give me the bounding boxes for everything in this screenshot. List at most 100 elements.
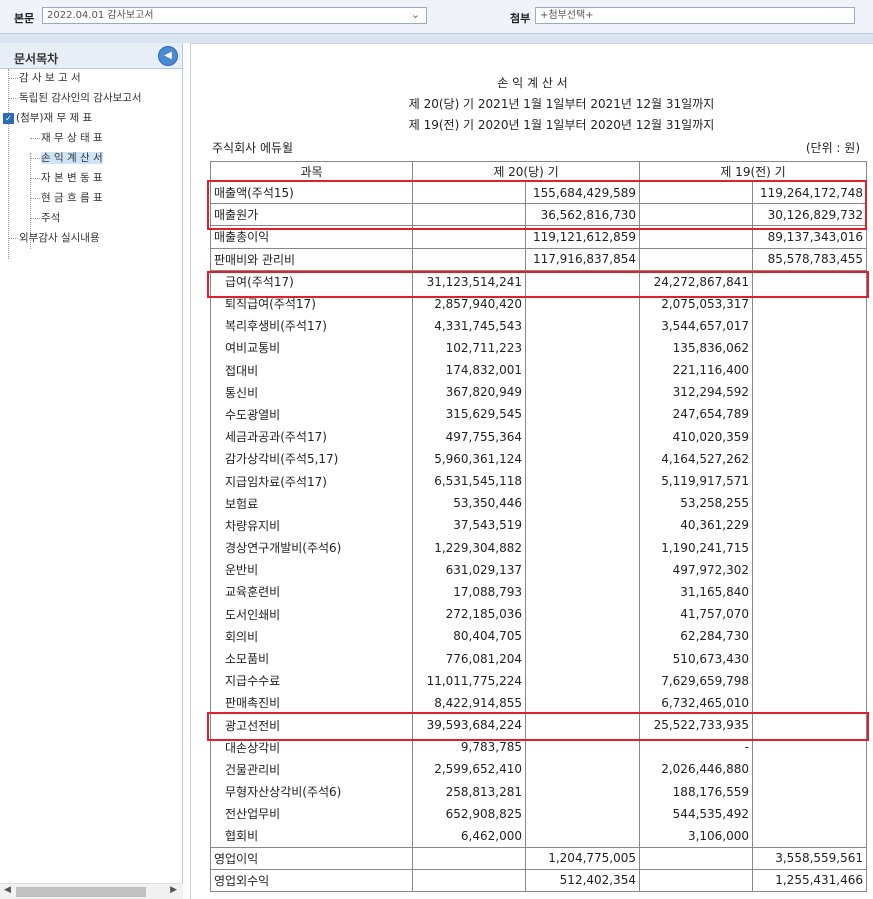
prior-total-value xyxy=(752,492,868,515)
current-total-value xyxy=(524,802,641,825)
current-detail-value: 9,783,785 xyxy=(412,736,526,759)
prior-total-value xyxy=(752,336,868,359)
prior-detail-value: 25,522,733,935 xyxy=(639,714,754,737)
prior-detail-value: 544,535,492 xyxy=(639,802,754,825)
prior-detail-value: 2,075,053,317 xyxy=(639,292,754,315)
current-detail-value xyxy=(412,868,526,893)
prior-detail-value: 6,732,465,010 xyxy=(639,691,754,714)
row-label: 도서인쇄비 xyxy=(210,603,413,626)
collapse-sidebar-icon[interactable]: ◀ xyxy=(158,46,178,66)
prior-total-value: 85,578,783,455 xyxy=(752,247,868,271)
row-label: 급여(주석17) xyxy=(210,270,413,293)
expand-toggle-icon[interactable]: ✓ xyxy=(3,112,14,124)
sidebar-item-audit-report[interactable]: 감 사 보 고 서 xyxy=(8,69,81,87)
table-row: 대손상각비 9,783,785 - xyxy=(210,736,868,759)
prior-total-value xyxy=(752,625,868,648)
current-total-value xyxy=(524,780,641,803)
table-row: 매출원가 36,562,816,730 30,126,829,732 xyxy=(210,203,868,227)
current-total-value xyxy=(524,625,641,648)
current-total-value xyxy=(524,469,641,493)
prior-detail-value: 221,116,400 xyxy=(639,359,754,382)
prior-detail-value: 3,106,000 xyxy=(639,824,754,848)
scroll-right-icon[interactable]: ▶ xyxy=(170,885,177,895)
table-row: 여비교통비 102,711,223 135,836,062 xyxy=(210,336,868,359)
current-detail-value: 8,422,914,855 xyxy=(412,691,526,714)
row-label: 복리후생비(주석17) xyxy=(210,314,413,337)
prior-total-value xyxy=(752,425,868,448)
table-row: 지급수수료 11,011,775,224 7,629,659,798 xyxy=(210,669,868,692)
prior-total-value xyxy=(752,647,868,670)
sidebar-item-balance-sheet[interactable]: 재 무 상 태 표 xyxy=(30,129,103,147)
sidebar-item-income-statement[interactable]: 손 익 계 산 서 xyxy=(30,149,103,167)
row-label: 광고선전비 xyxy=(210,714,413,737)
prior-total-value xyxy=(752,758,868,781)
table-row: 통신비 367,820,949 312,294,592 xyxy=(210,381,868,404)
current-detail-value xyxy=(412,225,526,249)
prior-total-value xyxy=(752,270,868,293)
current-total-value xyxy=(524,714,641,737)
prior-detail-value: 31,165,840 xyxy=(639,580,754,604)
sidebar-item-equity-changes[interactable]: 자 본 변 동 표 xyxy=(30,169,103,187)
toolbar-divider xyxy=(0,34,873,43)
period-current: 제 20(당) 기 2021년 1월 1일부터 2021년 12월 31일까지 xyxy=(408,97,715,111)
prior-detail-value: 188,176,559 xyxy=(639,780,754,803)
current-total-value xyxy=(524,314,641,337)
current-total-value xyxy=(524,580,641,604)
current-detail-value xyxy=(412,247,526,271)
prior-detail-value: 53,258,255 xyxy=(639,492,754,515)
current-total-value xyxy=(524,359,641,382)
current-total-value xyxy=(524,691,641,714)
prior-total-value xyxy=(752,314,868,337)
current-total-value xyxy=(524,736,641,759)
current-total-value xyxy=(524,558,641,581)
prior-total-value xyxy=(752,780,868,803)
prior-detail-value xyxy=(639,247,754,271)
sidebar-item-external-audit[interactable]: 외부감사 실시내용 xyxy=(8,229,100,247)
sidebar-horizontal-scrollbar[interactable]: ◀ ▶ xyxy=(0,883,183,899)
current-total-value xyxy=(524,381,641,404)
current-detail-value: 272,185,036 xyxy=(412,603,526,626)
table-row: 운반비 631,029,137 497,972,302 xyxy=(210,558,868,581)
row-label: 지급임차료(주석17) xyxy=(210,469,413,493)
prior-detail-value: 247,654,789 xyxy=(639,403,754,426)
table-row: 접대비 174,832,001 221,116,400 xyxy=(210,359,868,382)
sidebar-item-notes[interactable]: 주석 xyxy=(30,209,60,227)
row-label: 협회비 xyxy=(210,824,413,848)
table-row: 매출액(주석15) 155,684,429,589 119,264,172,748 xyxy=(210,180,868,205)
current-total-value xyxy=(524,824,641,848)
prior-detail-value: 497,972,302 xyxy=(639,558,754,581)
prior-total-value xyxy=(752,736,868,759)
current-detail-value: 776,081,204 xyxy=(412,647,526,670)
row-label: 매출액(주석15) xyxy=(210,180,413,205)
attach-select[interactable]: +첨부선택+ xyxy=(535,7,855,24)
row-label: 매출원가 xyxy=(210,203,413,227)
current-total-value: 119,121,612,859 xyxy=(524,225,641,249)
current-total-value xyxy=(524,669,641,692)
sidebar-item-financial-statements[interactable]: ✓ (첨부)재 무 제 표 xyxy=(3,109,92,127)
table-row: 교육훈련비 17,088,793 31,165,840 xyxy=(210,580,868,604)
prior-total-value xyxy=(752,802,868,825)
prior-total-value: 119,264,172,748 xyxy=(752,180,868,205)
current-detail-value: 102,711,223 xyxy=(412,336,526,359)
row-label: 감가상각비(주석5,17) xyxy=(210,447,413,470)
current-total-value xyxy=(524,647,641,670)
scroll-left-icon[interactable]: ◀ xyxy=(4,885,11,895)
attach-label: 첨부 xyxy=(510,12,531,25)
current-total-value: 1,204,775,005 xyxy=(524,846,641,870)
current-detail-value: 2,857,940,420 xyxy=(412,292,526,315)
scrollbar-thumb[interactable] xyxy=(16,887,146,897)
main-doc-select[interactable]: 2022.04.01 감사보고서 ⌄ xyxy=(42,7,427,24)
prior-total-value xyxy=(752,824,868,848)
table-header-row: 과목 제 20(당) 기 제 19(전) 기 xyxy=(210,161,868,182)
current-total-value xyxy=(524,403,641,426)
current-detail-value xyxy=(412,203,526,227)
row-label: 무형자산상각비(주석6) xyxy=(210,780,413,803)
table-row: 판매비와 관리비 117,916,837,854 85,578,783,455 xyxy=(210,247,868,271)
prior-total-value xyxy=(752,359,868,382)
row-label: 대손상각비 xyxy=(210,736,413,759)
current-detail-value: 652,908,825 xyxy=(412,802,526,825)
table-row: 영업외수익 512,402,354 1,255,431,466 xyxy=(210,868,868,893)
sidebar-item-auditor-report[interactable]: 독립된 감사인의 감사보고서 xyxy=(8,89,142,107)
sidebar-item-cash-flow[interactable]: 현 금 흐 름 표 xyxy=(30,189,103,207)
current-detail-value: 631,029,137 xyxy=(412,558,526,581)
